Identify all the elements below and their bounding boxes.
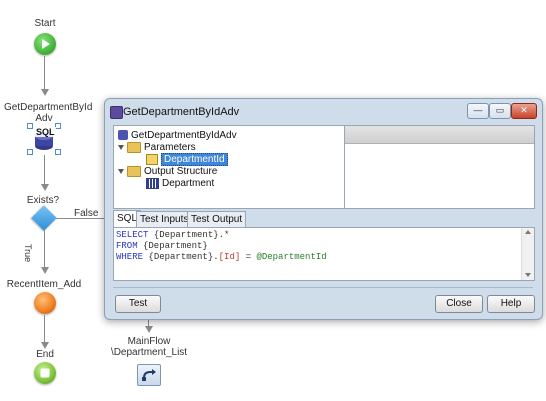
true-label: True xyxy=(23,244,33,263)
properties-header xyxy=(345,126,534,144)
sql-line-1: SELECT {Department}.* xyxy=(116,230,229,241)
tree-parameters-label: Parameters xyxy=(144,142,196,154)
sql-keyword-from: FROM xyxy=(116,241,138,251)
scroll-arrows-icon xyxy=(525,230,531,277)
false-label: False xyxy=(74,208,99,219)
destination-node[interactable] xyxy=(137,364,161,386)
sql-where-attribute: [Id] xyxy=(218,252,241,262)
help-button[interactable]: Help xyxy=(487,295,535,313)
database-icon xyxy=(118,130,128,141)
redirect-arrow-icon xyxy=(142,369,156,381)
recent-label: RecentItem_Add xyxy=(6,279,82,290)
dialog-title: GetDepartmentByIdAdv xyxy=(123,106,240,118)
sql-keyword-where: WHERE xyxy=(116,252,144,262)
mainflow-label-1: MainFlow xyxy=(127,336,171,347)
structure-tree[interactable]: GetDepartmentByIdAdv Parameters Departme… xyxy=(113,125,345,209)
tab-test-inputs[interactable]: Test Inputs xyxy=(136,211,193,227)
sql-editor[interactable]: SELECT {Department}.* FROM {Department} … xyxy=(113,227,535,281)
play-icon xyxy=(42,39,50,49)
tree-output-label: Output Structure xyxy=(144,166,218,178)
tree-root-label: GetDepartmentByIdAdv xyxy=(131,130,237,141)
expand-icon[interactable] xyxy=(118,169,124,174)
minimize-button[interactable]: — xyxy=(467,103,489,119)
sql-editor-dialog: GetDepartmentByIdAdv — ▭ ✕ GetDepartment… xyxy=(104,98,543,320)
mainflow-label-2: \Department_List xyxy=(110,347,188,358)
sql-node[interactable]: SQL xyxy=(27,123,61,155)
tree-output-structure[interactable]: Output Structure xyxy=(118,166,217,178)
sql-from-rest: {Department} xyxy=(137,241,208,251)
tree-param-label: DepartmentId xyxy=(161,153,228,167)
sql-where-operator: = xyxy=(240,252,257,262)
sql-line-3: WHERE {Department}.[Id] = @DepartmentId xyxy=(116,252,327,263)
sql-keyword-select: SELECT xyxy=(116,230,149,240)
close-window-button[interactable]: ✕ xyxy=(511,103,537,119)
exists-decision[interactable] xyxy=(31,205,57,231)
tree-output-department-label: Department xyxy=(162,178,215,190)
folder-icon xyxy=(127,166,141,177)
start-node[interactable] xyxy=(34,33,56,55)
folder-icon xyxy=(127,142,141,153)
close-button[interactable]: Close xyxy=(435,295,483,313)
entity-table-icon xyxy=(146,178,159,189)
end-node[interactable] xyxy=(34,362,56,384)
tree-output-department[interactable]: Department xyxy=(146,178,214,190)
getdept-label-2: Adv xyxy=(35,113,53,124)
start-label: Start xyxy=(34,18,56,29)
tree-root[interactable]: GetDepartmentByIdAdv xyxy=(118,130,237,142)
sql-where-entity: {Department}. xyxy=(143,252,219,262)
tab-test-output[interactable]: Test Output xyxy=(187,211,247,227)
expand-icon[interactable] xyxy=(118,145,124,150)
end-label: End xyxy=(36,349,54,360)
sql-line-2: FROM {Department} xyxy=(116,241,208,252)
stop-icon xyxy=(40,368,50,378)
maximize-button[interactable]: ▭ xyxy=(489,103,511,119)
recent-item-node[interactable] xyxy=(34,292,56,314)
getdept-label-1: GetDepartmentById xyxy=(4,102,93,113)
sql-badge: SQL xyxy=(35,127,56,137)
properties-panel xyxy=(344,125,535,209)
sql-select-rest: {Department}.* xyxy=(148,230,230,240)
app-icon xyxy=(110,106,123,119)
tree-param-departmentid[interactable]: DepartmentId xyxy=(146,153,228,167)
input-parameter-icon xyxy=(146,154,158,165)
sql-where-parameter: @DepartmentId xyxy=(256,252,327,262)
test-button[interactable]: Test xyxy=(115,295,161,313)
sql-scrollbar[interactable] xyxy=(521,228,534,280)
